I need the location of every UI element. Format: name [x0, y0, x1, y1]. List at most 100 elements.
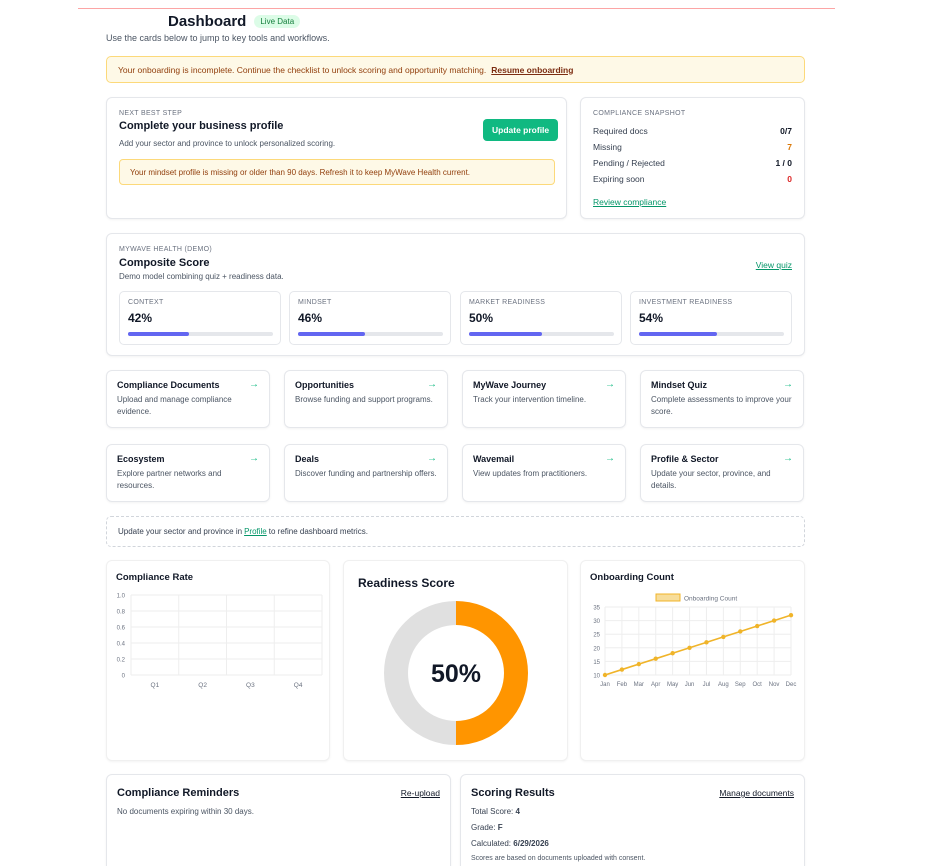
- readiness-center-label: 50%: [431, 660, 481, 688]
- snapshot-row-label: Expiring soon: [593, 174, 645, 184]
- compliance-rate-chart: 1.0 0.8 0.6 0.4 0.2 0 Q1 Q2 Q3 Q4: [117, 594, 323, 689]
- y-tick-label: 15: [593, 660, 600, 666]
- data-point: [670, 651, 675, 656]
- legend-swatch: [655, 593, 681, 602]
- snapshot-row-value: 7: [787, 142, 792, 152]
- total-score: Total Score: 4: [471, 807, 520, 816]
- metric-card: INVESTMENT READINESS 54%: [630, 291, 792, 345]
- live-data-badge: Live Data: [254, 15, 301, 28]
- data-point: [704, 640, 709, 645]
- onboarding-count-card: Onboarding Count Onboarding Count 35 30 25 2…: [580, 560, 805, 761]
- legend-label: Onboarding Count: [684, 596, 737, 603]
- metric-card: MINDSET 46%: [289, 291, 451, 345]
- y-tick-label: 1.0: [117, 594, 126, 600]
- tile-compliance-documents[interactable]: Compliance Documents → Upload and manage c…: [106, 370, 270, 428]
- resume-onboarding-link[interactable]: Resume onboarding: [491, 65, 573, 75]
- arrow-right-icon: →: [783, 453, 793, 464]
- data-point: [721, 634, 726, 640]
- metric-value: 54%: [639, 311, 664, 325]
- metric-label: MARKET READINESS: [469, 299, 546, 306]
- tile-title: Wavemail: [473, 454, 515, 464]
- tile-profile-sector[interactable]: Profile & Sector → Update your sector, pro…: [640, 444, 804, 502]
- metric-progress-track: [469, 332, 614, 336]
- metric-card: CONTEXT 42%: [119, 291, 281, 345]
- next-step-kicker: NEXT BEST STEP: [119, 110, 183, 117]
- compliance-reminders-card: Compliance Reminders Re-upload No docume…: [106, 774, 451, 866]
- metric-value: 42%: [128, 311, 153, 325]
- tile-ecosystem[interactable]: Ecosystem → Explore partner networks and r…: [106, 444, 270, 502]
- data-point: [754, 623, 760, 629]
- profile-hint-before: Update your sector and province in: [118, 527, 243, 536]
- arrow-right-icon: →: [783, 379, 793, 390]
- x-tick-label: Mar: [634, 682, 644, 688]
- tile-deals[interactable]: Deals → Discover funding and partnership o…: [284, 444, 448, 502]
- total-score-label: Total Score:: [471, 807, 514, 816]
- onboarding-count-title: Onboarding Count: [590, 572, 674, 583]
- x-tick-label: Aug: [718, 682, 729, 688]
- x-tick-label: Jun: [685, 682, 695, 688]
- y-tick-label: 0.2: [117, 658, 126, 664]
- tile-title: Mindset Quiz: [651, 380, 707, 390]
- data-point: [771, 618, 777, 623]
- metric-progress-track: [128, 332, 273, 336]
- data-point: [687, 645, 692, 650]
- manage-documents-link[interactable]: Manage documents: [719, 788, 794, 798]
- metric-progress-track: [639, 332, 784, 336]
- profile-link[interactable]: Profile: [244, 527, 267, 536]
- compliance-snapshot-card: COMPLIANCE SNAPSHOT Required docs 0/7 Miss…: [580, 97, 805, 219]
- data-point: [602, 672, 608, 678]
- re-upload-link[interactable]: Re-upload: [401, 788, 440, 798]
- view-quiz-link[interactable]: View quiz: [756, 260, 792, 270]
- compliance-snapshot-rows: Required docs 0/7 Missing 7 Pending / Reject…: [593, 123, 792, 187]
- x-tick-label: Jan: [600, 682, 610, 688]
- tile-title: Ecosystem: [117, 454, 165, 464]
- tile-title: Opportunities: [295, 380, 354, 390]
- total-score-value: 4: [515, 807, 520, 816]
- tile-title: Profile & Sector: [651, 454, 719, 464]
- metric-progress-fill: [298, 332, 365, 336]
- snapshot-row-label: Pending / Rejected: [593, 158, 665, 168]
- y-tick-label: 0.8: [117, 610, 126, 616]
- top-divider: [78, 8, 835, 9]
- compliance-snapshot-kicker: COMPLIANCE SNAPSHOT: [593, 110, 686, 117]
- x-tick-label: Q2: [198, 682, 207, 689]
- arrow-right-icon: →: [427, 453, 437, 464]
- tile-title: Deals: [295, 454, 320, 464]
- tile-desc: Upload and manage compliance evidence.: [117, 395, 232, 416]
- arrow-right-icon: →: [605, 379, 615, 390]
- y-tick-label: 25: [593, 633, 600, 639]
- composite-score-desc: Demo model combining quiz + readiness da…: [119, 272, 284, 281]
- reminders-text: No documents expiring within 30 days.: [117, 807, 254, 816]
- next-step-card: NEXT BEST STEP Complete your business pr…: [106, 97, 567, 219]
- x-tick-label: May: [667, 682, 678, 688]
- mywave-health-card: MYWAVE HEALTH (DEMO) Composite Score Dem…: [106, 233, 805, 356]
- arrow-right-icon: →: [427, 379, 437, 390]
- tile-desc: Update your sector, province, and detail…: [651, 469, 771, 490]
- tile-desc: Explore partner networks and resources.: [117, 469, 222, 490]
- tile-desc: View updates from practitioners.: [473, 469, 588, 478]
- snapshot-row: Missing 7: [593, 139, 792, 155]
- page-title: Dashboard: [168, 13, 247, 30]
- tile-opportunities[interactable]: Opportunities → Browse funding and support…: [284, 370, 448, 428]
- update-profile-button[interactable]: Update profile: [483, 119, 559, 141]
- snapshot-row-value: 0: [787, 174, 792, 184]
- metric-label: MINDSET: [298, 299, 332, 306]
- tile-mywave-journey[interactable]: MyWave Journey → Track your intervention t…: [462, 370, 626, 428]
- review-compliance-link[interactable]: Review compliance: [593, 197, 666, 207]
- metric-label: INVESTMENT READINESS: [639, 299, 733, 306]
- composite-score-title: Composite Score: [119, 257, 210, 269]
- onboarding-alert: Your onboarding is incomplete. Continue …: [106, 56, 805, 83]
- calculated-label: Calculated:: [471, 839, 512, 848]
- arrow-right-icon: →: [605, 453, 615, 464]
- data-point: [738, 629, 743, 634]
- readiness-score-card: Readiness Score 50%: [343, 560, 568, 761]
- tile-wavemail[interactable]: Wavemail → View updates from practitioners…: [462, 444, 626, 502]
- arrow-right-icon: →: [249, 453, 259, 464]
- onboarding-count-chart: Onboarding Count 35 30 25 20 15 10Jan Feb Mar Apr…: [593, 593, 796, 688]
- grade-value: F: [497, 823, 503, 832]
- compliance-rate-card: Compliance Rate 1.0 0.8 0.6 0.4 0.2 0 Q1 Q2 Q3 Q4: [106, 560, 330, 761]
- tile-title: MyWave Journey: [473, 380, 547, 390]
- data-point: [636, 661, 642, 667]
- data-point: [788, 612, 794, 618]
- tile-mindset-quiz[interactable]: Mindset Quiz → Complete assessments to imp…: [640, 370, 804, 428]
